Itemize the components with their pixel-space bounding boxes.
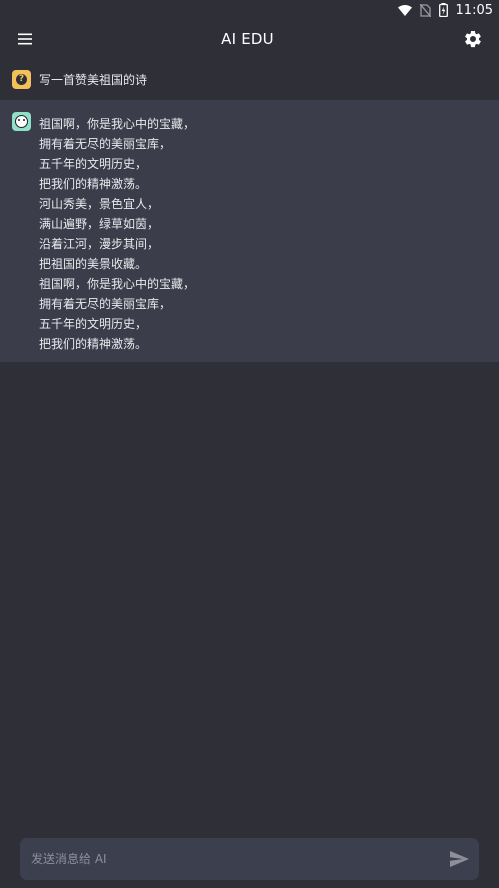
poem-line: 拥有着无尽的美丽宝库，: [39, 137, 172, 151]
ai-bot-icon: [12, 112, 31, 131]
poem-line: 河山秀美，景色宜人，: [39, 197, 160, 211]
user-message: ? 写一首赞美祖国的诗: [0, 62, 499, 96]
battery-icon: [438, 3, 448, 17]
user-message-text: 写一首赞美祖国的诗: [39, 72, 148, 87]
gear-icon[interactable]: [463, 29, 483, 49]
status-bar: 11:05: [0, 0, 499, 20]
poem-line: 把我们的精神激荡。: [39, 177, 148, 191]
app-bar: AI EDU: [0, 20, 499, 58]
ai-message-text: 祖国啊，你是我心中的宝藏， 拥有着无尽的美丽宝库， 五千年的文明历史， 把我们的…: [39, 114, 195, 362]
user-question-icon: ?: [12, 69, 31, 89]
poem-line: 五千年的文明历史，: [39, 317, 148, 331]
ai-message: 祖国啊，你是我心中的宝藏， 拥有着无尽的美丽宝库， 五千年的文明历史， 把我们的…: [0, 100, 499, 362]
poem-line: 满山遍野，绿草如茵，: [39, 217, 160, 231]
no-sim-icon: [419, 3, 431, 17]
message-composer: [20, 838, 479, 880]
poem-line: 把我们的精神激荡。: [39, 337, 148, 351]
message-input[interactable]: [29, 851, 450, 867]
menu-icon[interactable]: [18, 33, 32, 45]
wifi-icon: [397, 4, 412, 16]
send-icon[interactable]: [450, 851, 469, 867]
status-time: 11:05: [455, 2, 493, 18]
app-title: AI EDU: [221, 30, 274, 48]
poem-line: 把祖国的美景收藏。: [39, 257, 148, 271]
poem-line: 拥有着无尽的美丽宝库，: [39, 297, 172, 311]
poem-line: 祖国啊，你是我心中的宝藏，: [39, 117, 196, 131]
poem-line: 祖国啊，你是我心中的宝藏，: [39, 277, 196, 291]
poem-line: 五千年的文明历史，: [39, 157, 148, 171]
poem-line: 沿着江河，漫步其间，: [39, 237, 160, 251]
